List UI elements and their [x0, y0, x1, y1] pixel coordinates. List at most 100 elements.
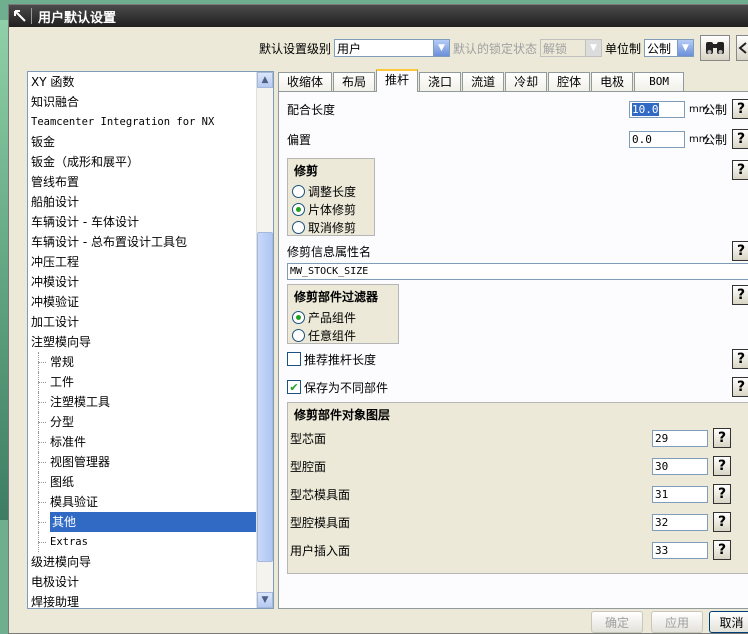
- tab-cooling[interactable]: 冷却: [505, 72, 548, 92]
- tree-item[interactable]: 冲模设计: [28, 272, 273, 292]
- tree-item[interactable]: 知识融合: [28, 92, 273, 112]
- help-button[interactable]: ?: [732, 285, 748, 305]
- layer-input[interactable]: 29: [652, 429, 708, 447]
- layer-row-cavity: 型腔面 30 ?: [288, 455, 748, 477]
- tree-item[interactable]: 级进模向导: [28, 552, 273, 572]
- layer-row-cavity-tool: 型腔模具面 32 ?: [288, 511, 748, 533]
- chevron-down-icon[interactable]: ▼: [432, 40, 449, 56]
- layer-input[interactable]: 31: [652, 485, 708, 503]
- ok-button[interactable]: 确定: [591, 611, 643, 633]
- help-button[interactable]: ?: [713, 456, 731, 476]
- tree-item[interactable]: 船舶设计: [28, 192, 273, 212]
- tree-item[interactable]: 图纸: [28, 472, 273, 492]
- find-button[interactable]: [700, 35, 730, 61]
- radio-icon: [292, 184, 305, 198]
- scroll-thumb[interactable]: [257, 232, 273, 562]
- tab-shrink[interactable]: 收缩体: [278, 72, 333, 92]
- binoculars-icon: [706, 42, 724, 54]
- apply-button[interactable]: 应用: [651, 611, 703, 633]
- lock-select: 解锁 ▼: [539, 39, 602, 57]
- level-select[interactable]: 用户 ▼: [333, 39, 450, 57]
- help-button[interactable]: ?: [732, 160, 748, 180]
- cancel-button[interactable]: 取消: [709, 611, 748, 633]
- layers-group: 修剪部件对象图层 型芯面 29 ? 型腔面 30 ? 型芯模具面 31 ? 型腔…: [287, 402, 748, 574]
- tree-item[interactable]: 焊接助理: [28, 592, 273, 608]
- window-title: 用户默认设置: [38, 10, 117, 26]
- radio-icon: [292, 328, 305, 342]
- filter-option-any[interactable]: 任意组件: [288, 326, 398, 344]
- layer-input[interactable]: 32: [652, 513, 708, 531]
- layer-input[interactable]: 30: [652, 457, 708, 475]
- scroll-up-button[interactable]: ▲: [257, 72, 273, 88]
- tab-gate[interactable]: 浇口: [419, 72, 462, 92]
- chevron-down-icon[interactable]: ▼: [677, 40, 693, 56]
- tree-item[interactable]: 管线布置: [28, 172, 273, 192]
- more-tools-button[interactable]: [736, 35, 748, 61]
- save-diff-checkbox[interactable]: ✔: [287, 380, 301, 394]
- tree-item[interactable]: 冲模验证: [28, 292, 273, 312]
- help-button[interactable]: ?: [732, 377, 748, 397]
- unit-select[interactable]: 公制 ▼: [644, 39, 694, 57]
- layer-row-user-insert: 用户插入面 33 ?: [288, 539, 748, 561]
- tree-item[interactable]: XY 函数: [28, 72, 273, 92]
- tab-layout[interactable]: 布局: [333, 72, 376, 92]
- tree-item[interactable]: 注塑模工具: [28, 392, 273, 412]
- tree-item[interactable]: 模具验证: [28, 492, 273, 512]
- fit-length-input[interactable]: 10.0: [629, 100, 685, 118]
- help-button[interactable]: ?: [713, 484, 731, 504]
- app-menu-icon[interactable]: [9, 5, 31, 27]
- trim-group: 修剪 调整长度 片体修剪 取消修剪: [287, 158, 375, 236]
- scroll-down-button[interactable]: ▼: [257, 592, 273, 608]
- top-toolbar: 默认设置级别 用户 ▼ 默认的锁定状态 解锁 ▼ 单位制 公制 ▼: [9, 33, 748, 63]
- help-button[interactable]: ?: [713, 540, 731, 560]
- tree-item[interactable]: Extras: [28, 532, 273, 552]
- tree-item[interactable]: Teamcenter Integration for NX: [28, 112, 273, 132]
- radio-selected-icon: [292, 310, 305, 324]
- help-button[interactable]: ?: [713, 428, 731, 448]
- chevron-down-icon: ▼: [584, 40, 601, 56]
- tree-item[interactable]: 常规: [28, 352, 273, 372]
- tree-item[interactable]: 钣金（成形和展平）: [28, 152, 273, 172]
- offset-input[interactable]: 0.0: [629, 130, 685, 148]
- trim-filter-group: 修剪部件过滤器 产品组件 任意组件: [287, 284, 399, 344]
- recommend-checkbox[interactable]: [287, 352, 301, 366]
- help-button[interactable]: ?: [713, 512, 731, 532]
- trim-option-cancel[interactable]: 取消修剪: [288, 218, 374, 236]
- layer-row-core: 型芯面 29 ?: [288, 427, 748, 449]
- offset-label: 偏置: [287, 132, 312, 147]
- tree-item[interactable]: 视图管理器: [28, 452, 273, 472]
- arrow-left-icon: [737, 42, 747, 54]
- tree-item[interactable]: 车辆设计 - 车体设计: [28, 212, 273, 232]
- help-button[interactable]: ?: [732, 99, 748, 119]
- layer-input[interactable]: 33: [652, 541, 708, 559]
- tree-item[interactable]: 加工设计: [28, 312, 273, 332]
- filter-group-title: 修剪部件过滤器: [294, 290, 379, 304]
- tree-item[interactable]: 电极设计: [28, 572, 273, 592]
- help-button[interactable]: ?: [732, 349, 748, 369]
- help-button[interactable]: ?: [732, 241, 748, 261]
- fit-length-label: 配合长度: [287, 102, 336, 117]
- tree-scrollbar[interactable]: ▲ ▼: [256, 72, 273, 608]
- tree-item-mold-wizard[interactable]: 注塑模向导: [28, 332, 273, 352]
- trim-attr-input[interactable]: MW_STOCK_SIZE: [287, 263, 748, 280]
- category-tree[interactable]: XY 函数 知识融合 Teamcenter Integration for NX…: [27, 71, 274, 609]
- unit-metric: 公制: [703, 102, 728, 117]
- trim-option-sheet[interactable]: 片体修剪: [288, 200, 374, 218]
- tab-electrode[interactable]: 电极: [591, 72, 634, 92]
- tab-cavity[interactable]: 腔体: [548, 72, 591, 92]
- trim-option-adjust[interactable]: 调整长度: [288, 182, 374, 200]
- ejector-pin-panel: 配合长度 10.0 mm 公制 ? 偏置 0.0 mm 公制 ? 修剪 调整长度…: [278, 91, 748, 609]
- filter-option-product[interactable]: 产品组件: [288, 308, 398, 326]
- tree-item-selected[interactable]: 其他: [28, 512, 273, 532]
- tree-item[interactable]: 钣金: [28, 132, 273, 152]
- tree-item[interactable]: 标准件: [28, 432, 273, 452]
- tree-item[interactable]: 工件: [28, 372, 273, 392]
- help-button[interactable]: ?: [732, 129, 748, 149]
- tab-bom[interactable]: BOM: [634, 72, 684, 92]
- tree-item[interactable]: 分型: [28, 412, 273, 432]
- recommend-row: 推荐推杆长度 ?: [287, 348, 748, 370]
- tab-ejector-pin[interactable]: 推杆: [376, 69, 419, 92]
- tree-item[interactable]: 车辆设计 - 总布置设计工具包: [28, 232, 273, 252]
- tab-runner[interactable]: 流道: [462, 72, 505, 92]
- tree-item[interactable]: 冲压工程: [28, 252, 273, 272]
